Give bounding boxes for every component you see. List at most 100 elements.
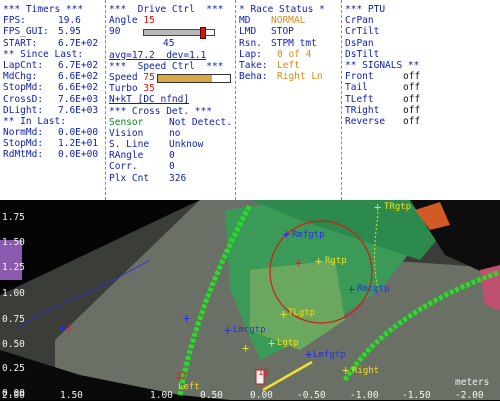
timer-row: FPS_GUI: 5.95 <box>3 26 81 38</box>
cross-row: Plx Cnt 326 <box>109 172 187 184</box>
marker-lmcgtp: Lmcgtp <box>233 325 266 335</box>
units-label: meters <box>455 377 490 388</box>
marker-left: Left <box>178 382 200 392</box>
target-cross: + <box>315 254 323 268</box>
in-last-row: RdMtMd: 0.0E+00 <box>3 149 99 161</box>
in-last-title: ** In Last: <box>3 115 66 127</box>
since-last-title: ** Since Last: <box>3 48 84 60</box>
since-row: CrossD: 7.6E+03 <box>3 93 99 105</box>
slider-value: 45 <box>163 38 175 50</box>
marker-rmcgtp: Rmcgtp <box>357 284 390 294</box>
pose-cross: + <box>348 282 356 296</box>
x-tick: 0.50 <box>200 390 223 401</box>
speed-bar-fill <box>158 74 212 82</box>
nkt-status: N+kT [DC nfnd] <box>109 94 190 106</box>
cross-det-title: *** Cross Det. *** <box>109 105 212 117</box>
race-row: LMD STOP <box>239 26 294 38</box>
race-row: MD NORMAL <box>239 15 306 27</box>
signal-row: Reverse off <box>345 115 421 127</box>
y-tick: 0.75 <box>2 314 25 325</box>
since-row: LapCnt: 6.7E+02 <box>3 59 99 71</box>
cross-row: RAngle 0 <box>109 150 175 162</box>
marker-tlgtp: TLgtp <box>288 308 316 318</box>
speed-value: 75 <box>143 71 155 83</box>
since-row: StopMd: 6.6E+02 <box>3 82 99 94</box>
marker-number: 19 <box>258 368 269 378</box>
cross-row: Vision no <box>109 127 181 139</box>
pose-cross: + <box>283 227 291 241</box>
marker-number: 3 <box>66 324 72 334</box>
angle-slider-row: 90 <box>109 26 231 40</box>
ptu-item: CrTilt <box>345 26 380 38</box>
marker-lmfgtp: Lmfgtp <box>313 350 346 360</box>
slider-min-label: 90 <box>109 26 121 38</box>
camera-view: 1.75 1.50 1.25 1.00 0.75 0.50 0.25 0.00 … <box>0 200 500 400</box>
race-row: Beha: Right Ln <box>239 71 323 83</box>
signal-row: TLeft off <box>345 93 421 105</box>
turbo-row: Turbo 35 <box>109 83 155 95</box>
timer-row: START: 6.7E+02 <box>3 37 99 49</box>
angle-slider[interactable] <box>143 27 215 40</box>
drive-ctrl-title: *** Drive Ctrl *** <box>109 4 224 15</box>
scene-graphic <box>0 200 500 400</box>
cross-row: Sensor Not Detect. <box>109 116 232 128</box>
y-tick: 1.50 <box>2 237 25 248</box>
x-tick: 0.00 <box>250 390 273 401</box>
target-cross: + <box>268 336 276 350</box>
signal-row: Front off <box>345 71 421 83</box>
marker-rgtp: Rgtp <box>325 256 347 266</box>
target-cross: + <box>374 200 382 214</box>
y-tick: 0.50 <box>2 339 25 350</box>
x-tick: -0.50 <box>297 390 326 401</box>
marker-lgtp: Lgtp <box>277 338 299 348</box>
y-tick: 1.75 <box>2 212 25 223</box>
timers-title: *** Timers *** <box>3 4 84 15</box>
speed-row: Speed 75 <box>109 72 231 83</box>
timers-panel: *** Timers *** FPS: 19.6 FPS_GUI: 5.95 STA… <box>0 4 104 200</box>
marker-trgtp: TRgtp <box>384 202 412 212</box>
signal-row: Tail off <box>345 82 421 94</box>
ptu-panel: *** PTU CrPan CrTilt DsPan DsTilt ** SIG… <box>342 4 500 200</box>
race-status-title: * Race Status * <box>239 4 325 15</box>
speed-ctrl-title: *** Speed Ctrl *** <box>109 60 224 72</box>
since-row: MdChg: 6.6E+02 <box>3 71 99 83</box>
y-tick: 1.25 <box>2 262 25 273</box>
drive-ctrl-panel: *** Drive Ctrl *** Angle 15 90 45 avg=17… <box>106 4 234 200</box>
status-panels: *** Timers *** FPS: 19.6 FPS_GUI: 5.95 STA… <box>0 0 500 200</box>
signals-title: ** SIGNALS ** <box>345 59 420 71</box>
speed-bar <box>157 73 231 83</box>
race-row: Rsn. STPM tmt <box>239 37 317 49</box>
x-tick: -2.00 <box>455 390 484 401</box>
marker-right: Right <box>352 366 380 376</box>
y-tick: 1.00 <box>2 288 25 299</box>
y-tick: 0.25 <box>2 363 25 374</box>
ptu-title: *** PTU <box>345 4 386 15</box>
in-last-row: StopMd: 1.2E+01 <box>3 138 99 150</box>
since-row: DLight: 7.6E+03 <box>3 104 99 116</box>
x-tick: 1.00 <box>150 390 173 401</box>
pose-cross: + <box>224 323 232 337</box>
angle-avg: avg=17.2 dev=1.1 <box>109 49 207 61</box>
angle-value: 15 <box>143 15 155 27</box>
circle-center-cross: + <box>295 256 303 270</box>
race-row: Take: Left <box>239 59 300 71</box>
marker-number: 17 <box>176 372 187 382</box>
cross-row: S. Line Unknow <box>109 139 204 151</box>
pose-cross: + <box>183 311 191 325</box>
x-tick: 2.00 <box>2 390 25 401</box>
pose-cross: + <box>305 347 313 361</box>
x-tick: 1.50 <box>60 390 83 401</box>
x-tick: -1.50 <box>402 390 431 401</box>
ptu-item: CrPan <box>345 15 374 27</box>
turbo-value: 35 <box>143 83 155 95</box>
target-cross: + <box>242 341 250 355</box>
ptu-item: DsTilt <box>345 48 380 60</box>
cross-row: Corr. 0 <box>109 161 175 173</box>
race-status-panel: * Race Status * MD NORMAL LMD STOP Rsn. STP… <box>236 4 340 200</box>
ptu-item: DsPan <box>345 37 374 49</box>
in-last-row: NormMd: 0.0E+00 <box>3 127 99 139</box>
signal-row: TRight off <box>345 104 421 116</box>
target-cross: + <box>342 363 350 377</box>
race-row: Lap: 0 of 4 <box>239 48 312 60</box>
angle-row: Angle 15 <box>109 15 155 27</box>
